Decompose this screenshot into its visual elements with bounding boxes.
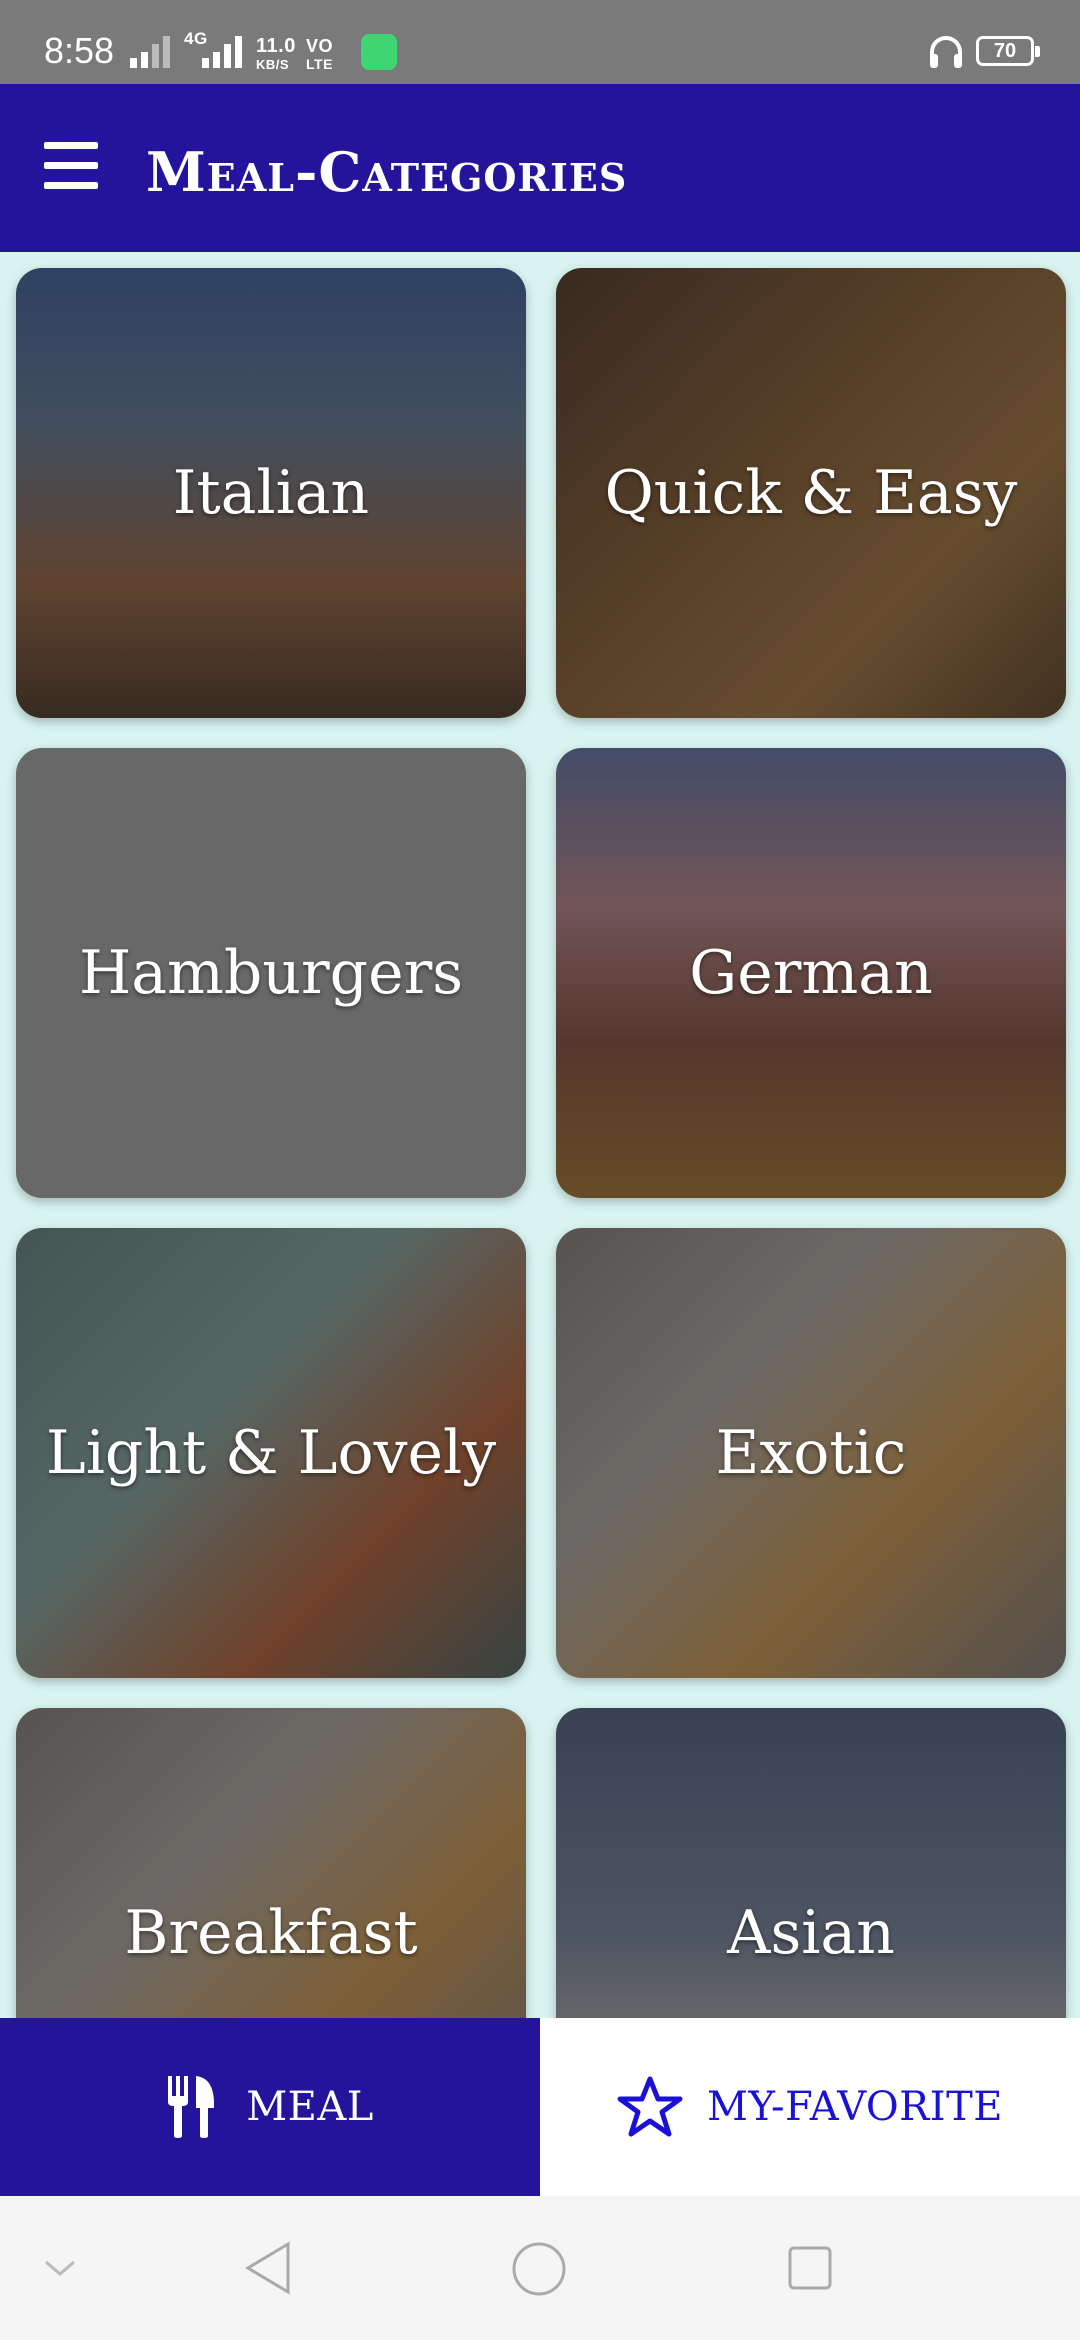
category-tile-german[interactable]: German (556, 748, 1066, 1198)
category-label: Hamburgers (78, 938, 464, 1008)
back-triangle-icon[interactable] (244, 2240, 292, 2296)
category-tile-hamburgers[interactable]: Hamburgers (16, 748, 526, 1198)
hamburger-menu-icon[interactable] (44, 142, 98, 190)
category-tile-italian[interactable]: Italian (16, 268, 526, 718)
nav-tab-my-favorite[interactable]: MY-FAVORITE (540, 2018, 1080, 2196)
status-time: 8:58 (44, 30, 115, 71)
category-grid: Italian Quick & Easy Hamburgers German L… (0, 252, 1080, 2018)
category-label: Quick & Easy (604, 458, 1018, 528)
signal-strength-icon (128, 28, 172, 68)
signal-strength-icon-2 (200, 28, 244, 68)
nav-tab-favorite-label: MY-FAVORITE (707, 2084, 1003, 2130)
home-circle-icon[interactable] (510, 2240, 568, 2298)
lte-label: LTE (306, 56, 333, 72)
category-tile-asian[interactable]: Asian (556, 1708, 1066, 2018)
nav-tab-meal-label: MEAL (246, 2084, 374, 2130)
fork-knife-icon (168, 2076, 215, 2138)
category-label: German (689, 938, 933, 1008)
battery-indicator: 70 (976, 36, 1040, 66)
volte-label: VO (306, 36, 334, 56)
star-outline-icon (617, 2076, 683, 2137)
recents-square-icon[interactable] (786, 2244, 834, 2292)
network-speed-unit: KB/S (256, 57, 290, 72)
category-label: Breakfast (124, 1898, 418, 1968)
page-title: Meal-Categories (146, 140, 628, 204)
category-label: Italian (172, 458, 370, 528)
headphone-icon (926, 32, 966, 77)
notification-app-icon (361, 34, 397, 70)
status-bar: 8:58 4G 11.0 KB/S VO LTE 70 (0, 0, 1080, 84)
category-tile-exotic[interactable]: Exotic (556, 1228, 1066, 1678)
category-label: Exotic (715, 1418, 907, 1488)
category-label: Light & Lovely (45, 1418, 497, 1488)
network-speed: 11.0 (256, 35, 296, 57)
category-tile-breakfast[interactable]: Breakfast (16, 1708, 526, 2018)
system-navigation-bar (0, 2196, 1080, 2340)
category-label: Asian (727, 1898, 895, 1968)
chevron-down-icon[interactable] (42, 2256, 78, 2280)
nav-tab-meal[interactable]: MEAL (0, 2018, 540, 2196)
category-tile-quick-easy[interactable]: Quick & Easy (556, 268, 1066, 718)
category-tile-light-lovely[interactable]: Light & Lovely (16, 1228, 526, 1678)
app-bar: Meal-Categories (0, 84, 1080, 252)
bottom-navigation: MEAL MY-FAVORITE (0, 2018, 1080, 2196)
